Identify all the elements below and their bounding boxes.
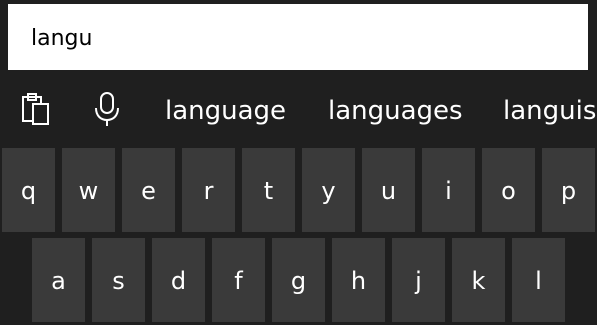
key-label: g <box>290 267 307 295</box>
suggestion-1[interactable]: language <box>165 94 286 128</box>
key-o[interactable]: o <box>482 148 535 232</box>
key-label: u <box>380 177 397 205</box>
key-i[interactable]: i <box>422 148 475 232</box>
text-input[interactable]: langu <box>8 4 588 70</box>
key-label: s <box>112 267 125 295</box>
key-p[interactable]: p <box>542 148 595 232</box>
key-w[interactable]: w <box>62 148 115 232</box>
key-label: t <box>263 177 274 205</box>
key-l[interactable]: l <box>512 238 565 322</box>
key-label: p <box>560 177 577 205</box>
key-label: f <box>234 267 243 295</box>
suggestion-3[interactable]: languis <box>503 94 596 128</box>
clipboard-icon[interactable] <box>20 92 52 128</box>
key-label: e <box>141 177 156 205</box>
suggestion-bar: language languages languis <box>0 78 597 144</box>
microphone-icon[interactable] <box>91 92 123 128</box>
key-label: d <box>170 267 187 295</box>
key-label: i <box>445 177 452 205</box>
key-r[interactable]: r <box>182 148 235 232</box>
suggestion-2[interactable]: languages <box>328 94 463 128</box>
key-label: h <box>350 267 367 295</box>
key-label: r <box>203 177 214 205</box>
key-y[interactable]: y <box>302 148 355 232</box>
key-h[interactable]: h <box>332 238 385 322</box>
key-s[interactable]: s <box>92 238 145 322</box>
key-label: j <box>415 267 422 295</box>
key-label: l <box>535 267 542 295</box>
key-label: k <box>471 267 486 295</box>
key-label: a <box>51 267 66 295</box>
key-a[interactable]: a <box>32 238 85 322</box>
key-d[interactable]: d <box>152 238 205 322</box>
key-label: o <box>501 177 516 205</box>
key-q[interactable]: q <box>2 148 55 232</box>
key-k[interactable]: k <box>452 238 505 322</box>
key-label: q <box>20 177 37 205</box>
key-label: w <box>78 177 99 205</box>
key-g[interactable]: g <box>272 238 325 322</box>
key-t[interactable]: t <box>242 148 295 232</box>
key-label: y <box>321 177 336 205</box>
key-j[interactable]: j <box>392 238 445 322</box>
key-e[interactable]: e <box>122 148 175 232</box>
text-input-value: langu <box>31 26 93 51</box>
key-u[interactable]: u <box>362 148 415 232</box>
key-f[interactable]: f <box>212 238 265 322</box>
